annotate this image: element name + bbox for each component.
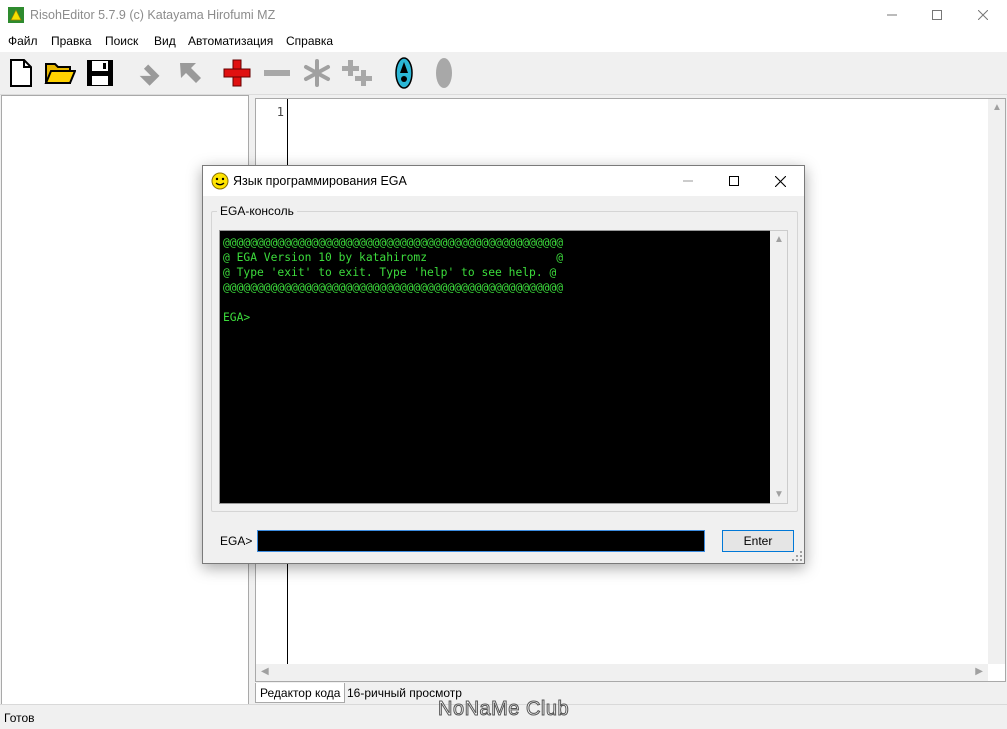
minimize-button[interactable] <box>869 0 915 30</box>
editor-horizontal-scrollbar[interactable]: ◀ ▶ <box>256 664 988 681</box>
window-title: RisohEditor 5.7.9 (c) Katayama Hirofumi … <box>30 8 276 22</box>
dialog-close-button[interactable] <box>757 166 803 196</box>
menu-automation[interactable]: Автоматизация <box>188 34 273 48</box>
close-button[interactable] <box>960 0 1006 30</box>
enter-button[interactable]: Enter <box>722 530 794 552</box>
console-group-label: EGA-консоль <box>217 204 297 218</box>
clone-icon <box>342 60 372 86</box>
status-text: Готов <box>4 711 35 725</box>
move-down-icon <box>139 64 160 86</box>
dialog-title: Язык программирования EGA <box>233 174 407 188</box>
dialog-minimize-button[interactable] <box>665 166 711 196</box>
disabled-oval-icon <box>436 58 452 88</box>
close-icon <box>978 10 988 20</box>
close-icon <box>774 175 786 187</box>
minimize-icon <box>683 180 693 182</box>
smiley-icon <box>211 172 229 190</box>
scroll-up-icon[interactable]: ▲ <box>774 234 784 245</box>
tab-code-editor[interactable]: Редактор кода <box>255 683 346 703</box>
save-icon <box>87 60 113 86</box>
console-scrollbar[interactable]: ▲ ▼ <box>770 230 788 504</box>
console-text: @@@@@@@@@@@@@@@@@@@@@@@@@@@@@@@@@@@@@@@@… <box>223 236 564 324</box>
prompt-label: EGA> <box>220 534 253 548</box>
add-icon <box>223 59 251 87</box>
menu-help[interactable]: Справка <box>286 34 333 48</box>
move-down-button[interactable] <box>134 56 168 90</box>
new-file-button[interactable] <box>4 56 38 90</box>
ega-dialog: Язык программирования EGA EGA-консоль @@… <box>202 165 805 564</box>
open-folder-icon <box>44 63 76 84</box>
move-up-icon <box>180 63 201 83</box>
window-titlebar: RisohEditor 5.7.9 (c) Katayama Hirofumi … <box>0 0 1007 30</box>
test-run-button[interactable] <box>387 56 421 90</box>
add-button[interactable] <box>220 56 254 90</box>
menu-search[interactable]: Поиск <box>105 34 138 48</box>
menu-bar: Файл Правка Поиск Вид Автоматизация Спра… <box>0 30 1007 52</box>
scroll-left-icon[interactable]: ◀ <box>261 666 269 677</box>
remove-icon <box>264 70 290 76</box>
dialog-maximize-button[interactable] <box>711 166 757 196</box>
remove-button[interactable] <box>260 56 294 90</box>
scroll-right-icon[interactable]: ▶ <box>975 666 983 677</box>
scroll-up-icon[interactable]: ▲ <box>992 102 1002 113</box>
risoh-app-icon <box>8 7 24 23</box>
maximize-button[interactable] <box>914 0 960 30</box>
line-number: 1 <box>276 105 284 119</box>
test-run-icon <box>395 57 413 89</box>
open-folder-button[interactable] <box>43 56 77 90</box>
new-file-icon <box>10 59 32 87</box>
disabled-oval-button[interactable] <box>427 56 461 90</box>
dialog-titlebar: Язык программирования EGA <box>203 166 804 196</box>
resize-grip-icon[interactable] <box>792 551 802 561</box>
ega-command-input[interactable] <box>257 530 705 552</box>
toolbar <box>0 52 1007 95</box>
maximize-icon <box>729 176 739 186</box>
menu-view[interactable]: Вид <box>154 34 176 48</box>
menu-file[interactable]: Файл <box>8 34 38 48</box>
clone-button[interactable] <box>340 56 374 90</box>
save-button[interactable] <box>83 56 117 90</box>
watermark-text: NoNaMe Club <box>437 698 570 721</box>
move-up-button[interactable] <box>173 56 207 90</box>
modify-icon <box>304 59 330 87</box>
menu-edit[interactable]: Правка <box>51 34 92 48</box>
modify-button[interactable] <box>300 56 334 90</box>
editor-vertical-scrollbar[interactable]: ▲ <box>988 99 1005 664</box>
scroll-down-icon[interactable]: ▼ <box>774 489 784 500</box>
minimize-icon <box>887 14 897 16</box>
ega-console-output[interactable]: @@@@@@@@@@@@@@@@@@@@@@@@@@@@@@@@@@@@@@@@… <box>219 230 772 504</box>
maximize-icon <box>932 10 942 20</box>
